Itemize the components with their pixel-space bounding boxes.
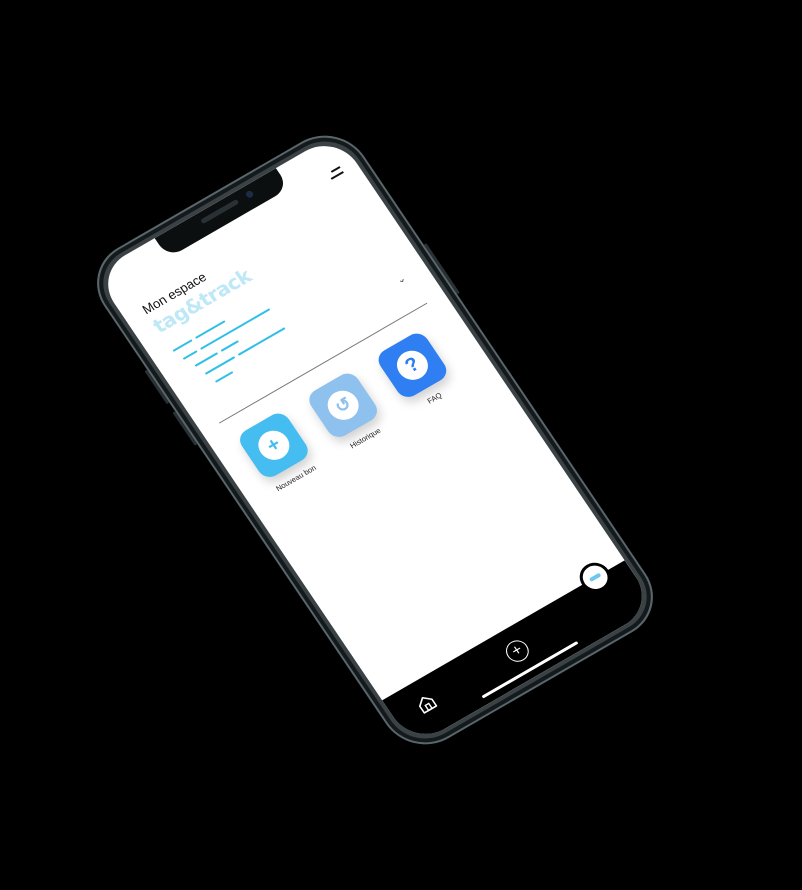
faq-button[interactable]: ? FAQ [370, 327, 463, 417]
phone-device: Mon espace tag&track ⌄ + Nouveau bon ↺ H… [79, 119, 671, 761]
bottom-tab-bar: + [382, 560, 657, 747]
new-voucher-button[interactable]: + Nouveau bon [232, 407, 325, 497]
placeholder-text-line [220, 340, 240, 352]
hamburger-menu-icon[interactable] [327, 166, 345, 181]
placeholder-text-line [172, 339, 193, 352]
plus-icon: + [252, 425, 296, 466]
placeholder-text-line [182, 350, 198, 360]
question-icon: ? [391, 345, 434, 386]
home-icon[interactable] [414, 692, 440, 716]
chevron-down-icon: ⌄ [394, 273, 409, 287]
history-icon: ↺ [321, 385, 365, 426]
placeholder-text-line [194, 352, 219, 367]
notch [154, 168, 290, 259]
phone-screen: Mon espace tag&track ⌄ + Nouveau bon ↺ H… [93, 133, 657, 747]
avatar-icon[interactable] [578, 561, 613, 594]
stage: Mon espace tag&track ⌄ + Nouveau bon ↺ H… [0, 0, 802, 890]
history-button[interactable]: ↺ Historique [301, 367, 394, 457]
camera-icon [244, 189, 255, 199]
plus-circle-icon[interactable]: + [501, 636, 534, 666]
